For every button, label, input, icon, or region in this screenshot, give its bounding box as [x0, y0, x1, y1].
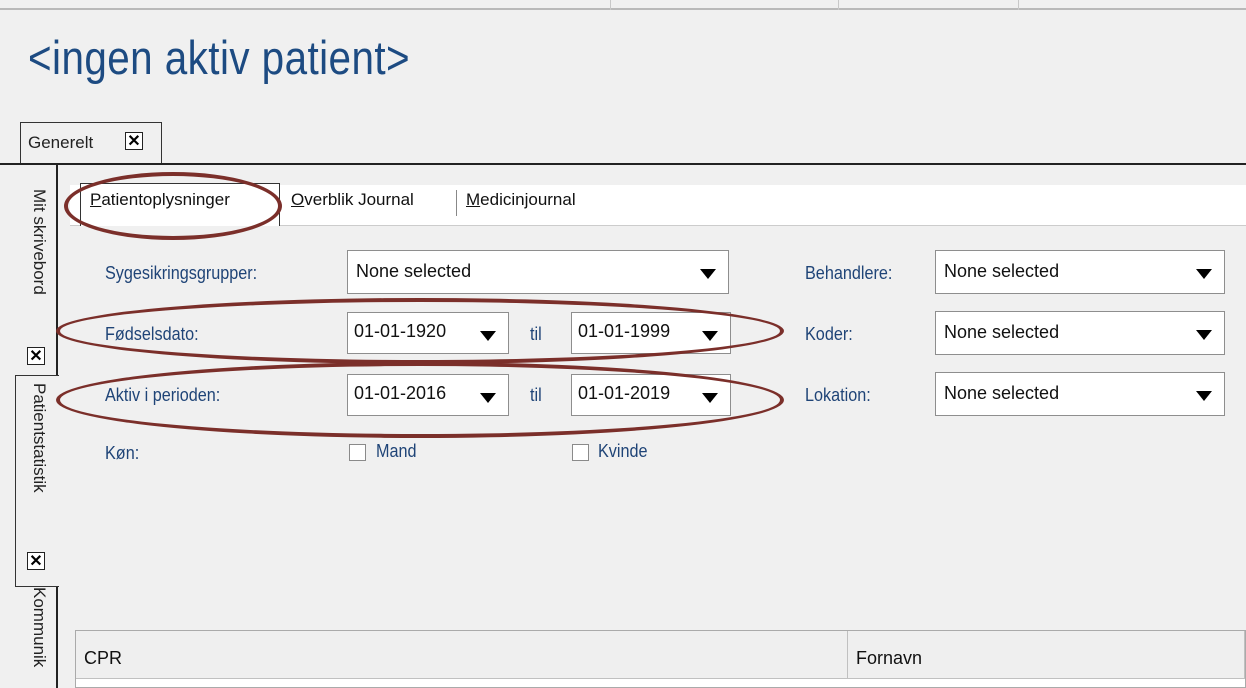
tab-medicinjournal[interactable]: Medicinjournal — [466, 190, 576, 210]
tab-generelt-label: Generelt — [28, 133, 94, 152]
sygesikringsgrupper-select[interactable]: None selected — [347, 250, 729, 294]
chevron-down-icon — [702, 331, 718, 341]
koder-value: None selected — [944, 322, 1060, 342]
chevron-down-icon — [700, 269, 716, 279]
chevron-down-icon — [702, 393, 718, 403]
sygesikringsgrupper-value: None selected — [356, 261, 472, 281]
side-tab-strip: Mit skrivebord ✕ Patientstatistik ✕ Komm… — [0, 165, 59, 688]
til-label: til — [530, 324, 542, 344]
foedselsdato-label: Fødselsdato: — [105, 324, 199, 344]
behandlere-value: None selected — [944, 261, 1060, 281]
behandlere-select[interactable]: None selected — [935, 250, 1225, 294]
side-tab-mit-skrivebord[interactable]: Mit skrivebord — [27, 189, 49, 295]
tab-overblik-journal[interactable]: Overblik Journal — [291, 190, 414, 210]
aktiv-from-picker[interactable]: 01-01-2016 — [347, 374, 509, 416]
foedselsdato-to-picker[interactable]: 01-01-1999 — [571, 312, 731, 354]
tab-separator — [456, 190, 457, 216]
til-label: til — [530, 385, 542, 405]
side-tab-patientstatistik-close-icon[interactable]: ✕ — [27, 552, 45, 570]
lokation-value: None selected — [944, 383, 1060, 403]
tab-generelt-close-icon[interactable]: ✕ — [125, 132, 143, 150]
koder-label: Koder: — [805, 324, 853, 344]
side-tab-kommunik[interactable]: Kommunik — [27, 587, 49, 667]
foedselsdato-from-value: 01-01-1920 — [354, 321, 447, 341]
behandlere-label: Behandlere: — [805, 263, 893, 283]
top-separator — [838, 0, 839, 10]
chevron-down-icon — [480, 331, 496, 341]
page-title: <ingen aktiv patient> — [28, 31, 411, 84]
side-tab-patientstatistik-label: Patientstatistik — [30, 383, 49, 493]
koder-select[interactable]: None selected — [935, 311, 1225, 355]
aktiv-to-picker[interactable]: 01-01-2019 — [571, 374, 731, 416]
aktiv-to-value: 01-01-2019 — [578, 383, 671, 403]
aktiv-from-value: 01-01-2016 — [354, 383, 447, 403]
foedselsdato-to-value: 01-01-1999 — [578, 321, 671, 341]
mand-checkbox[interactable] — [349, 444, 366, 461]
chevron-down-icon — [1196, 330, 1212, 340]
kvinde-label: Kvinde — [598, 441, 648, 461]
sygesikringsgrupper-label: Sygesikringsgrupper: — [105, 263, 258, 283]
top-separator — [610, 0, 611, 10]
column-header-fornavn[interactable]: Fornavn — [848, 631, 1245, 679]
tab-patientoplysninger-label: Patientoplysninger — [90, 190, 230, 209]
chevron-down-icon — [480, 393, 496, 403]
tab-strip-divider — [0, 163, 1246, 165]
aktiv-i-perioden-label: Aktiv i perioden: — [105, 385, 221, 405]
lokation-select[interactable]: None selected — [935, 372, 1225, 416]
chevron-down-icon — [1196, 391, 1212, 401]
top-separator — [1018, 0, 1019, 10]
column-header-cpr[interactable]: CPR — [76, 631, 848, 679]
chevron-down-icon — [1196, 269, 1212, 279]
top-divider — [0, 8, 1246, 10]
results-table: CPR Fornavn — [75, 630, 1246, 688]
koen-label: Køn: — [105, 443, 140, 463]
side-tab-mit-skrivebord-close-icon[interactable]: ✕ — [27, 347, 45, 365]
kvinde-checkbox[interactable] — [572, 444, 589, 461]
foedselsdato-from-picker[interactable]: 01-01-1920 — [347, 312, 509, 354]
mand-label: Mand — [376, 441, 417, 461]
lokation-label: Lokation: — [805, 385, 871, 405]
